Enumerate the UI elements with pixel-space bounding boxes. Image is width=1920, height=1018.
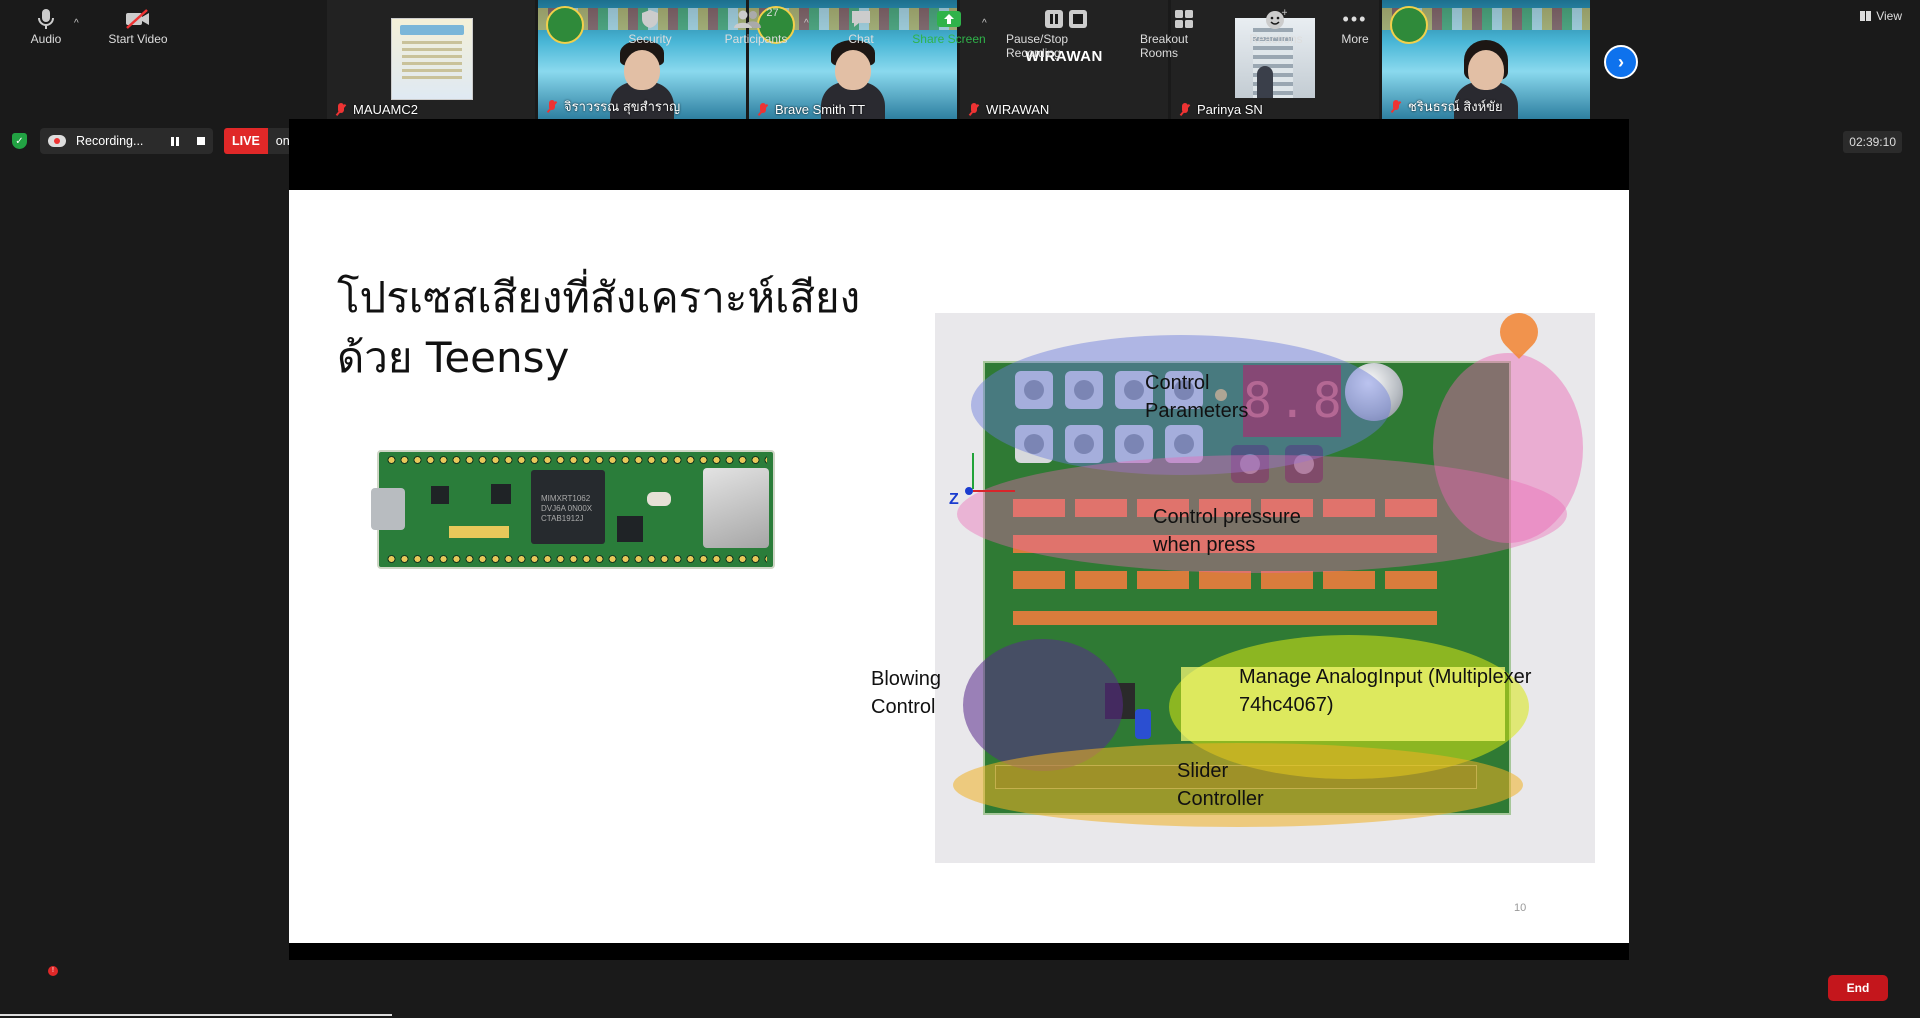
mic-muted-icon	[546, 99, 558, 114]
view-grid-icon	[1860, 11, 1872, 21]
more-dots-icon: •••	[1342, 8, 1368, 29]
security-label: Security	[628, 32, 672, 46]
slide-page-number: 10	[1514, 902, 1527, 914]
reactions-label: Reactions	[1249, 32, 1303, 46]
audio-warning-badge: !	[48, 966, 58, 976]
reactions-button[interactable]: + Reactions	[1248, 6, 1304, 46]
participant-name: MAUAMC2	[353, 102, 419, 117]
live-tag: LIVE	[224, 128, 268, 154]
pause-icon	[1045, 10, 1063, 28]
chevron-right-icon: ›	[1618, 51, 1624, 72]
shared-screen-letterbox	[289, 943, 1629, 960]
sd-card-slot	[703, 468, 769, 548]
shared-slide: โปรเซสเสียงที่สังเคราะห์เสียง ด้วย Teens…	[289, 190, 1629, 943]
audio-button[interactable]: Audio	[28, 6, 64, 46]
stop-recording-button[interactable]	[197, 137, 206, 145]
chat-button[interactable]: Chat	[844, 6, 878, 46]
controller-board-image: 8.8. Z Control Parameters Control pressu…	[871, 305, 1595, 863]
breakout-rooms-icon	[1174, 6, 1194, 32]
teensy-board-image: MIMXRT1062 DVJ6A 0N00X CTAB1912J	[371, 450, 775, 569]
manage-analog-input-label: Manage AnalogInput (Multiplexer 74hc4067…	[1239, 666, 1532, 716]
breakout-rooms-button[interactable]: Breakout Rooms	[1140, 6, 1228, 60]
shared-screen-letterbox	[289, 119, 1629, 190]
video-off-icon	[125, 6, 151, 32]
audio-label: Audio	[30, 32, 62, 46]
participant-tile[interactable]: ชรินธรณ์ สิงห์ขัย	[1382, 0, 1590, 119]
marker-pin-icon	[1492, 305, 1546, 359]
slide-title: โปรเซสเสียงที่สังเคราะห์เสียง ด้วย Teens…	[337, 268, 860, 388]
participants-icon	[734, 10, 762, 28]
participants-label: Participants	[724, 32, 788, 46]
mic-muted-icon	[1390, 99, 1402, 114]
stop-icon	[1069, 10, 1087, 28]
participant-name: จิราวรรณ สุขสำราญ	[564, 99, 681, 114]
participants-options-caret[interactable]: ^	[804, 18, 809, 29]
z-axis-label: Z	[949, 491, 959, 508]
pause-stop-recording-label: Pause/Stop Recording	[1006, 32, 1069, 60]
meeting-toolbar	[0, 960, 1920, 1018]
view-label: View	[1876, 9, 1902, 23]
slider-controller-label: Slider Controller	[1177, 760, 1264, 810]
mic-muted-icon	[968, 102, 980, 117]
share-screen-button[interactable]: Share Screen	[912, 6, 986, 46]
shield-icon	[641, 6, 659, 32]
slide-title-line: ด้วย Teensy	[337, 333, 570, 382]
share-screen-icon	[936, 6, 962, 32]
smiley-icon: +	[1265, 6, 1287, 32]
participant-name: WIRAWAN	[986, 102, 1050, 117]
next-page-button[interactable]: ›	[1604, 45, 1638, 79]
participant-name: ชรินธรณ์ สิงห์ขัย	[1408, 99, 1503, 114]
cloud-record-icon	[48, 135, 66, 147]
blowing-control-label: Blowing Control	[871, 668, 942, 718]
usb-connector	[371, 488, 405, 530]
start-video-button[interactable]: Start Video	[106, 6, 170, 46]
mic-muted-icon	[1179, 102, 1191, 117]
start-video-label: Start Video	[108, 32, 168, 46]
microphone-icon	[37, 6, 55, 32]
chip-marking: MIMXRT1062 DVJ6A 0N00X CTAB1912J	[541, 494, 593, 523]
participant-name: Brave Smith TT	[775, 102, 866, 117]
participant-tile[interactable]: MAUAMC2	[327, 0, 535, 119]
chat-bubble-icon	[850, 6, 872, 32]
view-button[interactable]: View	[1860, 9, 1902, 23]
right-side-highlight	[1433, 353, 1583, 543]
recording-indicator: Recording...	[40, 128, 214, 154]
encryption-shield-icon[interactable]: ✓	[12, 133, 27, 149]
event-logo	[546, 6, 584, 44]
participant-poster-image	[391, 18, 473, 100]
svg-text:+: +	[1281, 8, 1287, 18]
participant-name: Parinya SN	[1197, 102, 1263, 117]
recording-status: Recording...	[76, 134, 144, 148]
participants-count: 27	[766, 7, 779, 19]
mic-muted-icon	[757, 102, 769, 117]
security-button[interactable]: Security	[627, 6, 673, 46]
participants-button[interactable]: 27 Participants	[724, 6, 788, 46]
meeting-timer: 02:39:10	[1843, 131, 1902, 153]
mic-muted-icon	[335, 102, 347, 117]
more-button[interactable]: ••• More	[1338, 6, 1372, 47]
end-meeting-button[interactable]: End	[1828, 975, 1888, 1001]
pause-recording-button[interactable]	[171, 136, 180, 146]
control-pressure-label: Control pressure when press	[1153, 506, 1301, 556]
share-screen-label: Share Screen	[912, 32, 986, 46]
processor-chip: MIMXRT1062 DVJ6A 0N00X CTAB1912J	[531, 470, 605, 544]
event-logo	[1390, 6, 1428, 44]
share-screen-options-caret[interactable]: ^	[982, 18, 987, 29]
chat-label: Chat	[848, 32, 874, 46]
breakout-rooms-label: Breakout Rooms	[1140, 32, 1189, 60]
more-label: More	[1341, 32, 1369, 46]
slide-title-line: โปรเซสเสียงที่สังเคราะห์เสียง	[337, 273, 861, 322]
pause-stop-recording-button[interactable]: Pause/Stop Recording	[1006, 6, 1126, 60]
audio-options-caret[interactable]: ^	[74, 18, 79, 29]
control-parameters-label: Control Parameters	[1145, 372, 1249, 422]
window-focus-underline	[0, 1014, 392, 1016]
